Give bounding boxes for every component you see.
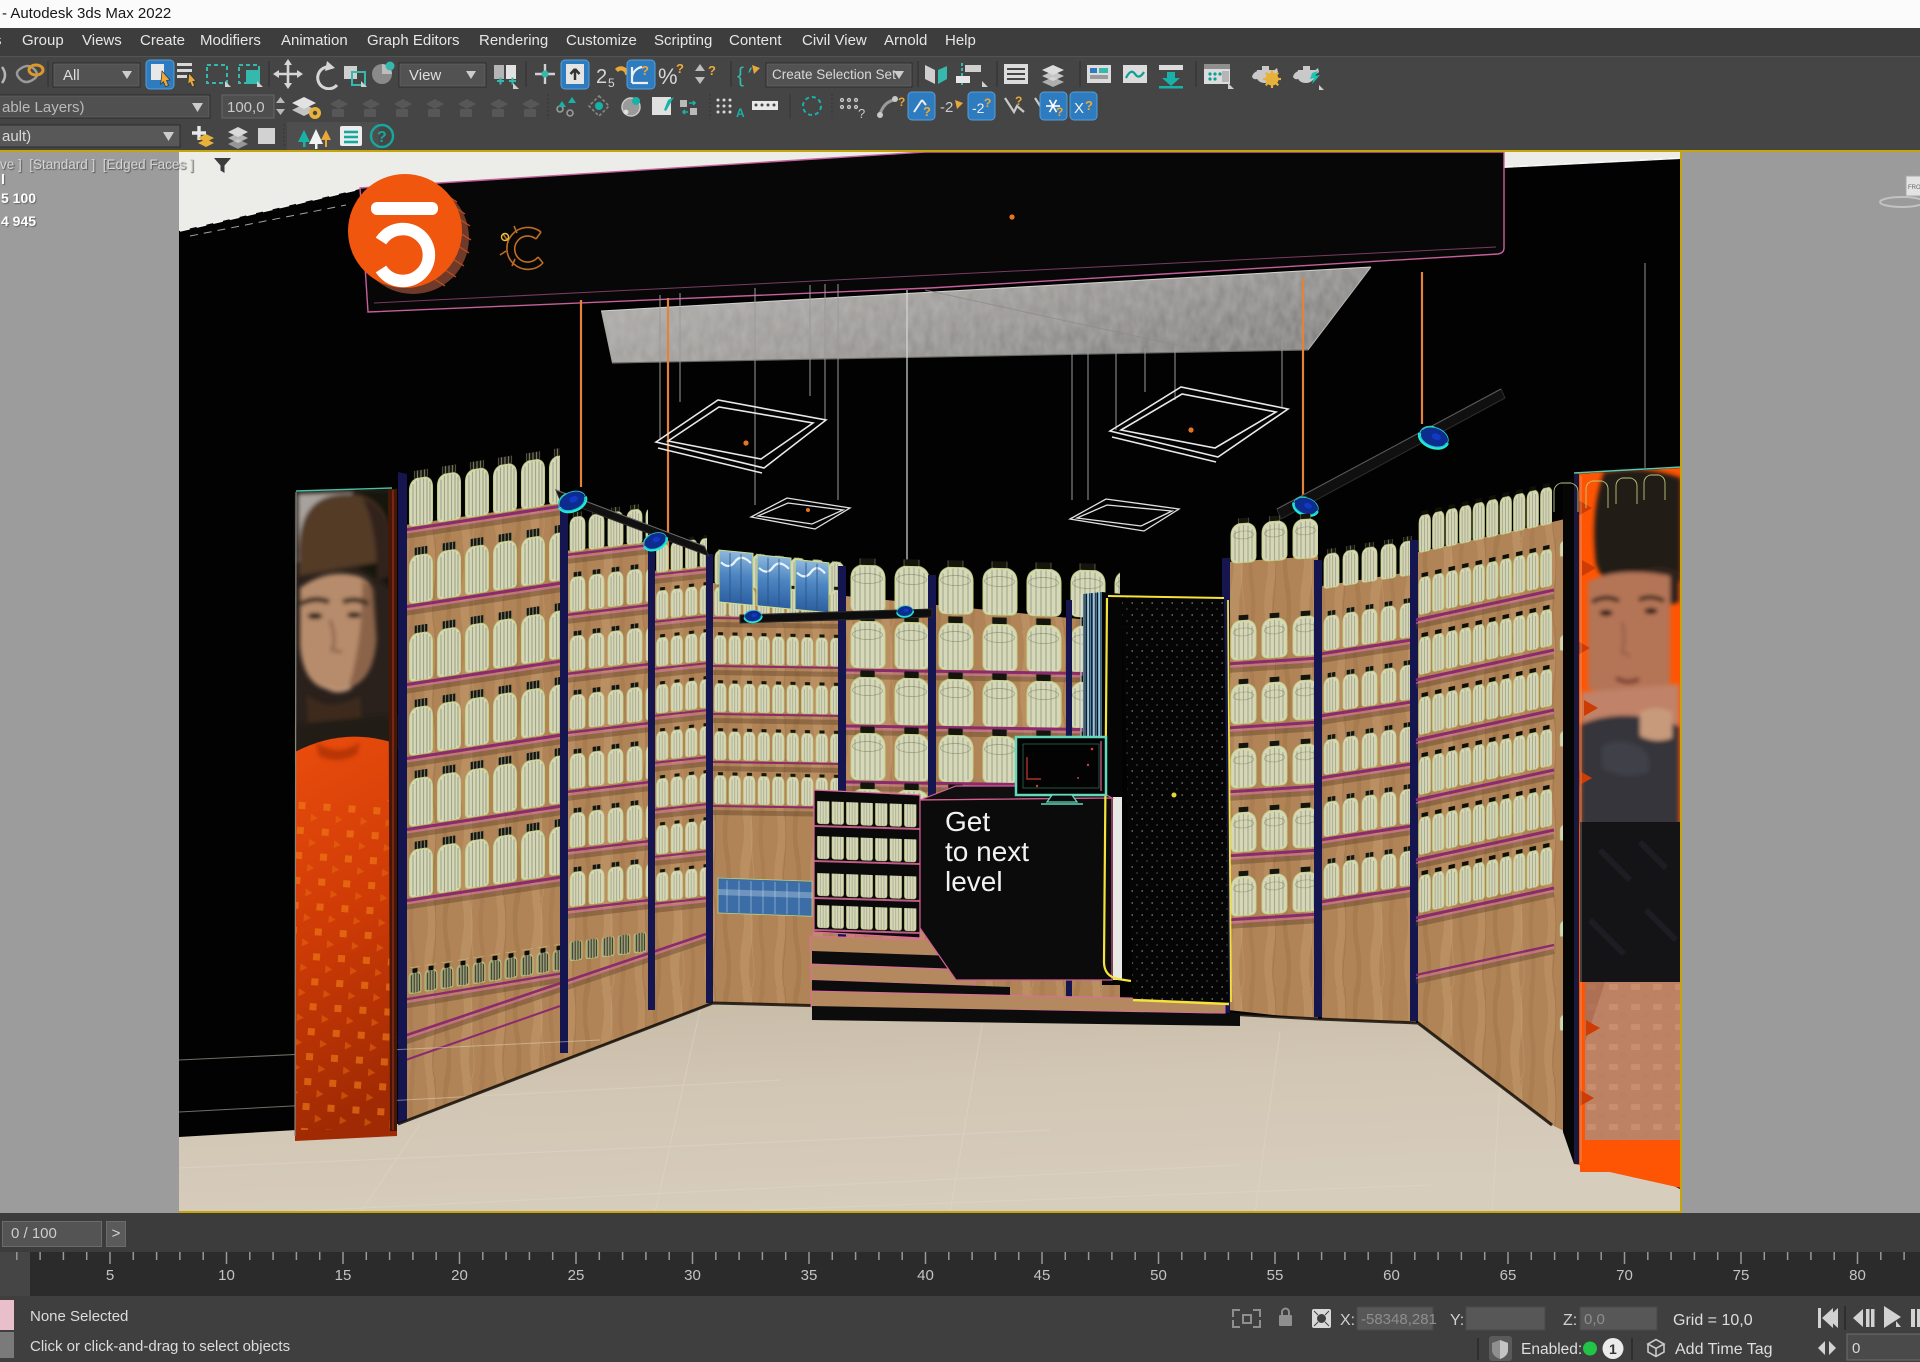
svg-text:X: X [1074,100,1084,117]
svg-text:50: 50 [1150,1267,1167,1284]
svg-text:20: 20 [451,1267,468,1284]
svg-text:0,0: 0,0 [1584,1311,1605,1328]
svg-text:View: View [409,67,441,84]
svg-text:All: All [63,67,80,84]
svg-text:Get: Get [945,806,990,837]
svg-text:X:: X: [1340,1312,1355,1329]
svg-text:Z:: Z: [1563,1312,1577,1329]
svg-text:70: 70 [1616,1267,1633,1284]
svg-text:75: 75 [1733,1267,1750,1284]
svg-text:A: A [736,106,745,120]
svg-text:?: ? [898,95,905,109]
svg-text:-2: -2 [972,100,985,116]
svg-text:?: ? [641,63,649,78]
svg-text:45: 45 [1034,1267,1051,1284]
svg-text:Grid = 10,0: Grid = 10,0 [1673,1312,1753,1329]
svg-text:%: % [658,64,678,89]
svg-text:?: ? [984,96,991,110]
svg-text:65: 65 [1500,1267,1517,1284]
svg-text:to next: to next [945,836,1029,867]
svg-text:30: 30 [684,1267,701,1284]
svg-text:35: 35 [801,1267,818,1284]
svg-text:ault): ault) [2,128,31,145]
svg-text:80: 80 [1849,1267,1866,1284]
svg-text:FRO: FRO [1908,185,1920,191]
svg-text:5: 5 [106,1267,114,1284]
svg-text:2: 2 [596,66,607,88]
svg-text:Add Time Tag: Add Time Tag [1675,1341,1773,1358]
svg-text:Create Selection Set: Create Selection Set [772,67,896,82]
svg-text:{: { [737,64,744,87]
svg-text:able Layers): able Layers) [2,99,85,116]
svg-text:?: ? [858,106,865,121]
svg-text:40: 40 [917,1267,934,1284]
svg-text:5: 5 [608,76,615,90]
svg-text:10: 10 [218,1267,235,1284]
svg-text:?: ? [923,104,931,119]
svg-text:Enabled:: Enabled: [1521,1341,1582,1358]
svg-text:25: 25 [568,1267,585,1284]
svg-text:?: ? [1015,94,1022,108]
svg-text:Y:: Y: [1450,1312,1464,1329]
svg-text:?: ? [676,61,684,76]
svg-text:?: ? [377,129,387,146]
svg-text:level: level [945,866,1003,897]
svg-text:60: 60 [1383,1267,1400,1284]
svg-text:100,0: 100,0 [227,99,265,116]
svg-text:?: ? [708,63,716,78]
svg-text:-2: -2 [940,99,953,116]
svg-text:1: 1 [1609,1341,1617,1357]
svg-text:-58348,281: -58348,281 [1361,1311,1437,1328]
svg-text:15: 15 [335,1267,352,1284]
svg-text:?: ? [1085,98,1093,113]
svg-text:0: 0 [1852,1340,1860,1357]
svg-text:′: ′ [745,64,754,87]
svg-text:55: 55 [1267,1267,1284,1284]
svg-text:?: ? [1056,105,1063,119]
